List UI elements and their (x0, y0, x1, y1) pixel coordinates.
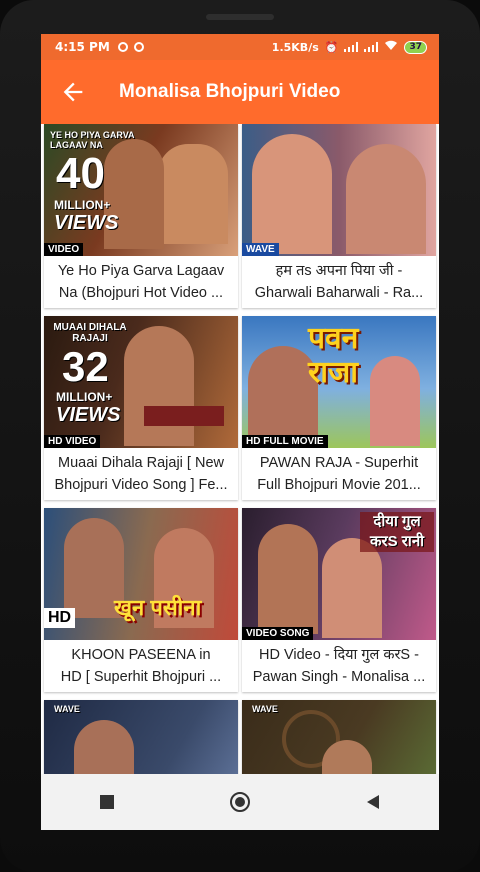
video-card[interactable]: खून पसीना HD KHOON PASEENA in HD [ Super… (44, 508, 238, 692)
video-title: HD Video - दिया गुल करS - Pawan Singh - … (246, 644, 432, 690)
back-button[interactable] (361, 790, 385, 814)
overlay-title: YE HO PIYA GARVA LAGAAV NA (50, 130, 135, 150)
video-title-line1: Ye Ho Piya Garva Lagaav (57, 263, 225, 279)
overlay-title: MUAAI DIHALA RAJAJI (53, 322, 127, 344)
page-title: Monalisa Bhojpuri Video (119, 81, 341, 102)
notification-icon (133, 42, 144, 52)
overlay-million: MILLION+ (56, 390, 113, 404)
thumbnail-tag: VIDEO SONG (242, 627, 314, 640)
notification-icon (117, 42, 128, 52)
video-title: हम तs अपना पिया जी - Gharwali Baharwali … (246, 260, 432, 306)
video-title: KHOON PASEENA in HD [ Superhit Bhojpuri … (48, 644, 234, 690)
video-title-line1: Muaai Dihala Rajaji [ New (57, 455, 224, 471)
signal-icon (364, 42, 379, 52)
video-thumbnail[interactable]: WAVE (44, 700, 238, 774)
speaker-grille (206, 14, 274, 20)
video-thumbnail[interactable]: खून पसीना HD (44, 508, 238, 640)
back-arrow-icon[interactable] (59, 78, 87, 106)
thumbnail-tag: WAVE (242, 243, 279, 256)
video-title-line1: KHOON PASEENA in (71, 647, 211, 663)
overlay-hindi-title: खून पसीना (114, 595, 202, 620)
wifi-icon (384, 40, 398, 54)
video-thumbnail[interactable]: पवन राजा HD FULL MOVIE (242, 316, 436, 448)
thumbnail-tag: HD FULL MOVIE (242, 435, 328, 448)
video-title-line1: हम तs अपना पिया जी - (275, 263, 403, 279)
video-card[interactable]: दीया गुल करS रानी VIDEO SONG HD Video - … (242, 508, 436, 692)
thumbnail-tag: HD (44, 608, 76, 628)
video-thumbnail[interactable]: WAVE (242, 124, 436, 256)
video-title-line2: HD [ Superhit Bhojpuri ... (60, 669, 222, 685)
overlay-count: 32 (62, 343, 109, 390)
status-time: 4:15 PM (55, 40, 110, 54)
video-title-line2: Bhojpuri Video Song ] Fe... (54, 477, 228, 493)
video-card[interactable]: पवन राजा HD FULL MOVIE PAWAN RAJA - Supe… (242, 316, 436, 500)
video-card[interactable]: MUAAI DIHALA RAJAJI 32 MILLION+ VIEWS HD… (44, 316, 238, 500)
system-nav-bar (41, 774, 439, 830)
video-thumbnail[interactable]: MUAAI DIHALA RAJAJI 32 MILLION+ VIEWS HD… (44, 316, 238, 448)
video-grid: YE HO PIYA GARVA LAGAAV NA 40 MILLION+ V… (41, 124, 439, 774)
video-thumbnail[interactable]: दीया गुल करS रानी VIDEO SONG (242, 508, 436, 640)
overlay-views: VIEWS (56, 404, 121, 426)
recent-apps-button[interactable] (95, 790, 119, 814)
video-title-line1: PAWAN RAJA - Superhit (259, 455, 419, 471)
app-bar: Monalisa Bhojpuri Video (41, 60, 439, 124)
thumbnail-tag: VIDEO (44, 243, 84, 256)
triangle-back-icon (366, 795, 379, 809)
status-right: 1.5KB/s ⏰ 37 (272, 40, 427, 54)
video-title-line2: Pawan Singh - Monalisa ... (252, 669, 426, 685)
thumbnail-logo: WAVE (54, 704, 80, 714)
video-title-line2: Gharwali Baharwali - Ra... (254, 285, 424, 301)
video-card[interactable]: WAVE (44, 700, 238, 774)
video-card[interactable]: WAVE हम तs अपना पिया जी - Gharwali Bahar… (242, 124, 436, 308)
video-title-line2: Full Bhojpuri Movie 201... (257, 477, 421, 493)
overlay-hindi-title: पवन राजा (308, 322, 359, 389)
circle-icon (229, 792, 250, 812)
video-title: Muaai Dihala Rajaji [ New Bhojpuri Video… (48, 452, 234, 498)
thumbnail-tag: HD VIDEO (44, 435, 101, 448)
thumbnail-logo: WAVE (252, 704, 278, 714)
alarm-icon: ⏰ (324, 40, 339, 54)
home-button[interactable] (228, 790, 252, 814)
video-title: Ye Ho Piya Garva Lagaav Na (Bhojpuri Hot… (48, 260, 234, 306)
network-speed: 1.5KB/s (271, 40, 319, 54)
video-thumbnail[interactable]: WAVE (242, 700, 436, 774)
video-thumbnail[interactable]: YE HO PIYA GARVA LAGAAV NA 40 MILLION+ V… (44, 124, 238, 256)
signal-icon (344, 42, 359, 52)
status-bar: 4:15 PM 1.5KB/s ⏰ 37 (41, 34, 439, 60)
phone-frame: 4:15 PM 1.5KB/s ⏰ 37 Monalisa Bhojpuri V… (0, 0, 480, 872)
overlay-views: VIEWS (54, 212, 119, 234)
video-title-line2: Na (Bhojpuri Hot Video ... (58, 285, 224, 301)
overlay-million: MILLION+ (54, 198, 111, 212)
video-card[interactable]: WAVE (242, 700, 436, 774)
video-title: PAWAN RAJA - Superhit Full Bhojpuri Movi… (246, 452, 432, 498)
video-card[interactable]: YE HO PIYA GARVA LAGAAV NA 40 MILLION+ V… (44, 124, 238, 308)
video-title-line1: HD Video - दिया गुल करS - (259, 647, 419, 663)
screen: 4:15 PM 1.5KB/s ⏰ 37 Monalisa Bhojpuri V… (41, 34, 439, 830)
battery-icon: 37 (404, 40, 427, 54)
square-icon (100, 795, 115, 809)
overlay-count: 40 (56, 149, 105, 198)
overlay-hindi-title: दीया गुल करS रानी (360, 512, 434, 552)
